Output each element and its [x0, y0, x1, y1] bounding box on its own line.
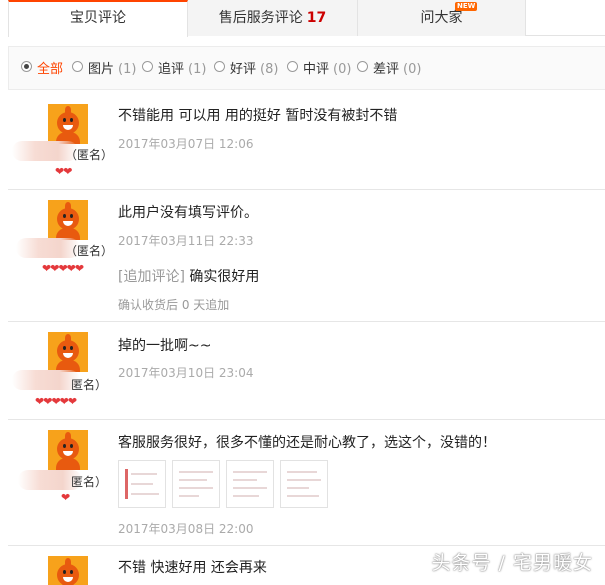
- review-item: 匿名） ❤ 客服服务很好，很多不懂的还是耐心教了，选这个，没错的！ 2017年0…: [8, 420, 605, 546]
- tab-label: 问大家: [420, 10, 463, 26]
- filter-count: (0): [333, 62, 352, 77]
- radio-icon[interactable]: [142, 61, 153, 72]
- radio-icon[interactable]: [214, 61, 225, 72]
- taobao-baby-avatar-icon: [48, 200, 88, 240]
- review-filter-bar: 全部 图片 (1) 追评 (1) 好评 (8) 中评 (0) 差评 (0): [8, 46, 605, 90]
- taobao-baby-avatar-icon: [48, 430, 88, 470]
- review-item: （匿名） ❤❤ 不错能用 可以用 用的挺好 暂时没有被封不错 2017年03月0…: [8, 92, 605, 190]
- filter-neutral[interactable]: 中评 (0): [287, 61, 351, 77]
- review-date: 2017年03月11日 22:33: [118, 234, 254, 248]
- taobao-baby-avatar-icon: [48, 104, 88, 144]
- heart-icon: ❤: [55, 165, 64, 178]
- heart-icon: ❤: [67, 395, 77, 408]
- filter-follow-up[interactable]: 追评 (1): [142, 61, 206, 77]
- buyer-level-hearts: ❤❤: [55, 165, 72, 178]
- filter-label: 中评: [303, 62, 330, 77]
- filter-label: 差评: [373, 62, 400, 77]
- heart-icon: ❤: [74, 262, 84, 275]
- heart-icon: ❤: [51, 395, 60, 408]
- filter-count: (8): [260, 62, 279, 77]
- review-date: 2017年03月10日 23:04: [118, 366, 254, 380]
- review-item: （匿名） ❤❤❤❤❤ 此用户没有填写评价。 2017年03月11日 22:33 …: [8, 190, 605, 322]
- review-image-thumbnail[interactable]: [172, 460, 220, 508]
- buyer-level-hearts: ❤❤❤❤❤: [42, 262, 84, 275]
- review-date: 2017年03月07日 12:06: [118, 137, 254, 151]
- buyer-level-hearts: ❤❤❤❤❤: [35, 395, 77, 408]
- tab-product-reviews[interactable]: 宝贝评论: [8, 0, 188, 37]
- review-content: 不错能用 可以用 用的挺好 暂时没有被封不错: [118, 108, 398, 124]
- review-image-list: [118, 460, 348, 508]
- filter-label: 图片: [88, 62, 115, 77]
- radio-icon[interactable]: [72, 61, 83, 72]
- follow-up-review: [追加评论] 确实很好用: [118, 266, 259, 286]
- radio-icon[interactable]: [357, 61, 368, 72]
- anonymous-label: （匿名）: [65, 148, 114, 162]
- filter-positive[interactable]: 好评 (8): [214, 61, 278, 77]
- follow-up-note: 确认收货后 0 天追加: [118, 298, 230, 312]
- review-image-thumbnail[interactable]: [118, 460, 166, 508]
- filter-negative[interactable]: 差评 (0): [357, 61, 421, 77]
- tab-after-sales-reviews[interactable]: 售后服务评论 17: [188, 0, 358, 36]
- heart-icon: ❤: [61, 491, 70, 504]
- radio-icon[interactable]: [287, 61, 298, 72]
- filter-label: 全部: [37, 62, 64, 77]
- review-image-thumbnail[interactable]: [280, 460, 328, 508]
- tab-count: 17: [306, 10, 327, 26]
- review-content: 此用户没有填写评价。: [118, 205, 258, 221]
- review-image-thumbnail[interactable]: [226, 460, 274, 508]
- heart-icon: ❤: [42, 262, 51, 275]
- taobao-baby-avatar-icon: [48, 332, 88, 372]
- review-date: 2017年03月08日 22:00: [118, 522, 254, 536]
- follow-up-text: 确实很好用: [189, 269, 260, 285]
- review-content: 掉的一批啊~~: [118, 338, 212, 354]
- taobao-baby-avatar-icon: [48, 556, 88, 585]
- filter-label: 追评: [158, 62, 185, 77]
- filter-all[interactable]: 全部: [21, 61, 63, 77]
- anonymous-label: （匿名）: [65, 244, 114, 258]
- watermark: 头条号 / 宅男暖女: [431, 552, 593, 574]
- blurred-username: [12, 370, 80, 390]
- radio-icon[interactable]: [21, 61, 32, 72]
- tab-label: 宝贝评论: [70, 10, 126, 26]
- filter-count: (0): [403, 62, 422, 77]
- review-item: 匿名） ❤❤❤❤❤ 掉的一批啊~~ 2017年03月10日 23:04: [8, 322, 605, 420]
- anonymous-label: 匿名）: [71, 475, 108, 489]
- filter-images[interactable]: 图片 (1): [72, 61, 136, 77]
- new-badge: NEW: [455, 2, 478, 11]
- heart-icon: ❤: [35, 395, 44, 408]
- buyer-level-hearts: ❤: [61, 491, 70, 504]
- review-content: 客服服务很好，很多不懂的还是耐心教了，选这个，没错的！: [118, 435, 496, 451]
- heart-icon: ❤: [63, 165, 72, 178]
- review-tabs: 宝贝评论 售后服务评论 17 问大家 NEW: [8, 0, 605, 37]
- filter-label: 好评: [230, 62, 257, 77]
- filter-count: (1): [188, 62, 207, 77]
- anonymous-label: 匿名）: [71, 378, 108, 392]
- filter-count: (1): [118, 62, 137, 77]
- review-content: 不错 快速好用 还会再来: [118, 560, 267, 576]
- tab-ask-everyone[interactable]: 问大家 NEW: [358, 0, 526, 36]
- heart-icon: ❤: [58, 262, 67, 275]
- follow-up-label: [追加评论]: [118, 269, 185, 285]
- heart-icon: ❤: [66, 262, 76, 275]
- heart-icon: ❤: [59, 395, 69, 408]
- tab-label: 售后服务评论: [218, 10, 303, 26]
